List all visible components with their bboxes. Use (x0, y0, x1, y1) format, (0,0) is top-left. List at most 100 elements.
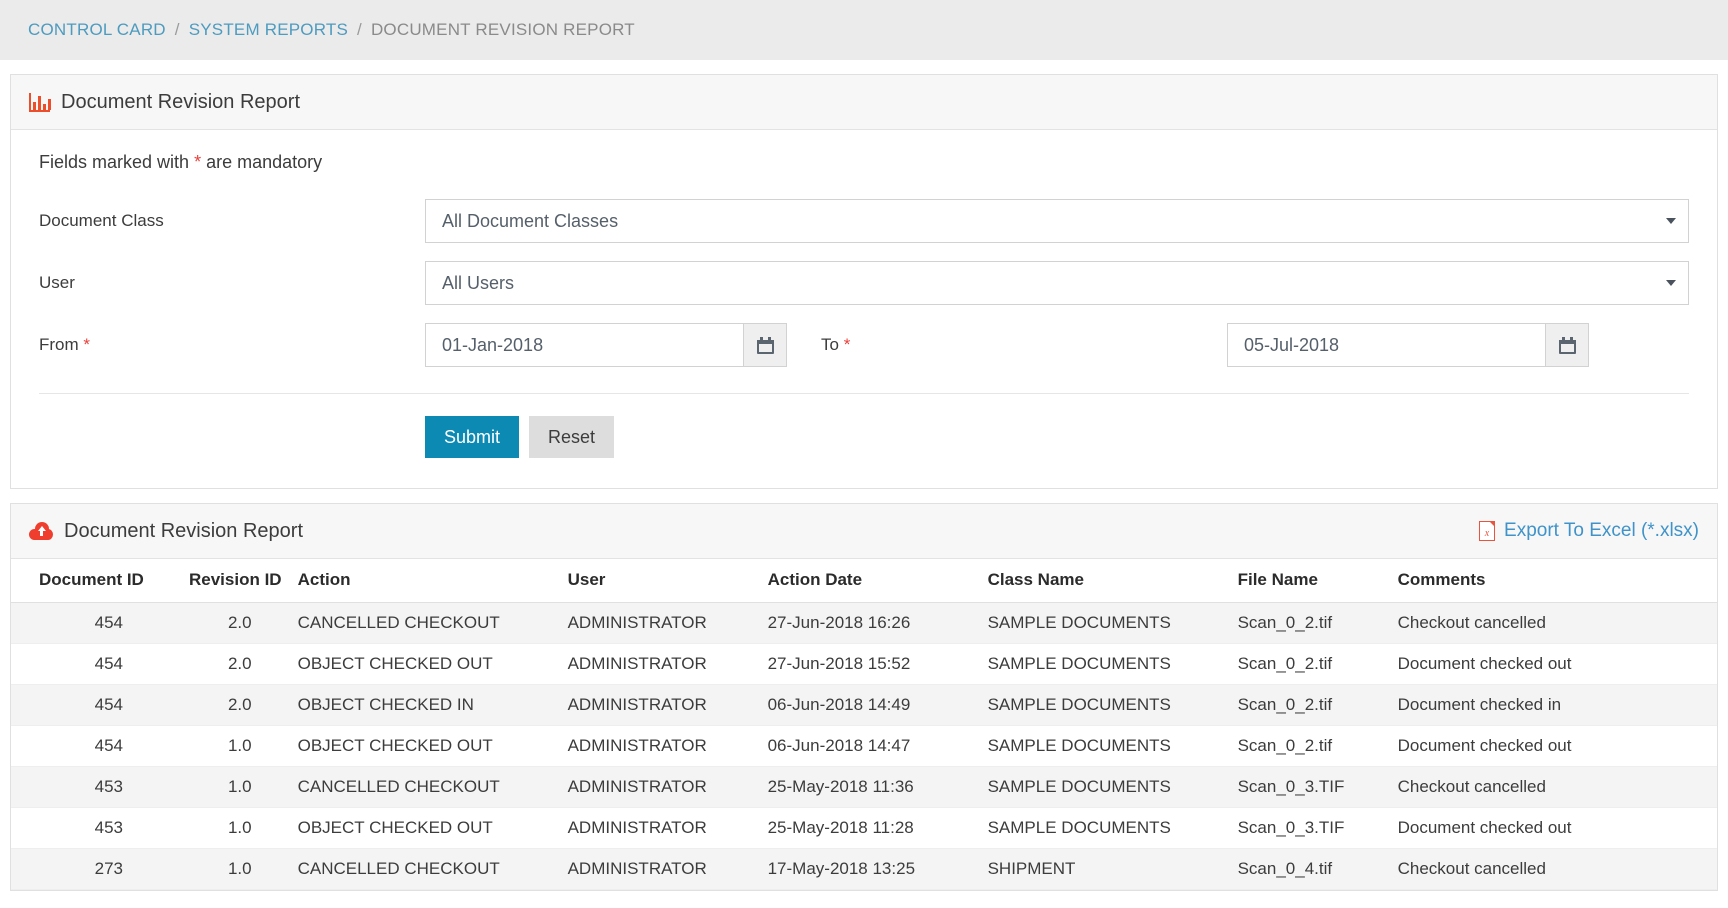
from-label-text: From (39, 335, 79, 354)
to-calendar-button[interactable] (1545, 323, 1589, 367)
cell-comments: Document checked in (1389, 684, 1717, 726)
date-range-row: From * 01-Jan-2018 To * 05-Jul-2018 (39, 323, 1689, 367)
column-header-action[interactable]: Action (289, 559, 560, 603)
cell-action: OBJECT CHECKED OUT (289, 807, 560, 849)
cell-revision-id: 1.0 (161, 725, 290, 767)
cell-user: ADMINISTRATOR (559, 684, 760, 726)
cell-user: ADMINISTRATOR (559, 807, 760, 849)
filter-panel-header: Document Revision Report (11, 75, 1717, 130)
report-panel-title: Document Revision Report (64, 519, 303, 542)
user-label: User (39, 273, 75, 292)
cell-revision-id: 2.0 (161, 602, 290, 644)
cell-class-name: SAMPLE DOCUMENTS (979, 807, 1230, 849)
user-row: User All Users (39, 261, 1689, 305)
filter-panel-title: Document Revision Report (61, 90, 300, 113)
breadcrumb-item-system-reports[interactable]: SYSTEM REPORTS (189, 20, 348, 40)
breadcrumb-item-control-card[interactable]: CONTROL CARD (28, 20, 166, 40)
cell-action: CANCELLED CHECKOUT (289, 848, 560, 890)
column-header-action-date[interactable]: Action Date (759, 559, 980, 603)
breadcrumb-separator: / (357, 20, 362, 39)
cell-comments: Checkout cancelled (1389, 766, 1717, 808)
cell-revision-id: 2.0 (161, 643, 290, 685)
mandatory-note: Fields marked with * are mandatory (39, 152, 1689, 173)
table-row[interactable]: 454 1.0 OBJECT CHECKED OUT ADMINISTRATOR 06-… (11, 725, 1717, 767)
cell-action: OBJECT CHECKED IN (289, 684, 560, 726)
cell-user: ADMINISTRATOR (559, 643, 760, 685)
user-value: All Users (442, 272, 515, 293)
export-to-excel-link[interactable]: x Export To Excel (*.xlsx) (1479, 520, 1699, 542)
filter-panel: Document Revision Report Fields marked w… (10, 74, 1718, 489)
column-header-revision-id[interactable]: Revision ID (161, 559, 290, 603)
reset-button[interactable]: Reset (529, 416, 615, 458)
chevron-down-icon (1666, 218, 1676, 224)
cell-class-name: SAMPLE DOCUMENTS (979, 602, 1230, 644)
to-date-input[interactable]: 05-Jul-2018 (1227, 323, 1545, 367)
cell-class-name: SAMPLE DOCUMENTS (979, 643, 1230, 685)
document-class-select[interactable]: All Document Classes (425, 199, 1689, 243)
cloud-upload-icon (29, 522, 53, 540)
report-table-head: Document ID Revision ID Action User Acti… (11, 559, 1717, 603)
cell-file-name: Scan_0_4.tif (1229, 848, 1390, 890)
cell-document-id: 454 (11, 643, 161, 685)
column-header-comments[interactable]: Comments (1389, 559, 1717, 603)
table-row[interactable]: 454 2.0 OBJECT CHECKED OUT ADMINISTRATOR 27-… (11, 643, 1717, 685)
cell-revision-id: 1.0 (161, 848, 290, 890)
cell-comments: Checkout cancelled (1389, 602, 1717, 644)
form-actions: Submit Reset (39, 394, 1689, 458)
cell-user: ADMINISTRATOR (559, 602, 760, 644)
cell-action: CANCELLED CHECKOUT (289, 602, 560, 644)
cell-comments: Document checked out (1389, 643, 1717, 685)
cell-class-name: SAMPLE DOCUMENTS (979, 725, 1230, 767)
column-header-file-name[interactable]: File Name (1229, 559, 1390, 603)
from-date-input[interactable]: 01-Jan-2018 (425, 323, 743, 367)
cell-file-name: Scan_0_2.tif (1229, 725, 1390, 767)
cell-class-name: SAMPLE DOCUMENTS (979, 684, 1230, 726)
cell-action: CANCELLED CHECKOUT (289, 766, 560, 808)
table-header-row: Document ID Revision ID Action User Acti… (11, 559, 1717, 603)
table-row[interactable]: 273 1.0 CANCELLED CHECKOUT ADMINISTRATOR 17-… (11, 848, 1717, 890)
mandatory-note-suffix: are mandatory (201, 152, 323, 172)
cell-action-date: 27-Jun-2018 15:52 (759, 643, 980, 685)
export-to-excel-label: Export To Excel (*.xlsx) (1504, 520, 1699, 541)
cell-action-date: 06-Jun-2018 14:49 (759, 684, 980, 726)
chevron-down-icon (1666, 280, 1676, 286)
table-row[interactable]: 453 1.0 CANCELLED CHECKOUT ADMINISTRATOR 25-… (11, 766, 1717, 808)
excel-file-icon: x (1479, 521, 1496, 541)
cell-user: ADMINISTRATOR (559, 725, 760, 767)
column-header-document-id[interactable]: Document ID (11, 559, 161, 603)
table-row[interactable]: 454 2.0 CANCELLED CHECKOUT ADMINISTRATOR 27-… (11, 602, 1717, 644)
cell-document-id: 454 (11, 684, 161, 726)
table-row[interactable]: 454 2.0 OBJECT CHECKED IN ADMINISTRATOR 06-J… (11, 684, 1717, 726)
cell-action: OBJECT CHECKED OUT (289, 725, 560, 767)
column-header-class-name[interactable]: Class Name (979, 559, 1230, 603)
document-class-value: All Document Classes (442, 210, 619, 231)
report-panel: Document Revision Report x Export To Exc… (10, 503, 1718, 891)
cell-revision-id: 2.0 (161, 684, 290, 726)
cell-class-name: SHIPMENT (979, 848, 1230, 890)
cell-revision-id: 1.0 (161, 766, 290, 808)
cell-file-name: Scan_0_2.tif (1229, 684, 1390, 726)
cell-class-name: SAMPLE DOCUMENTS (979, 766, 1230, 808)
column-header-user[interactable]: User (559, 559, 760, 603)
cell-action-date: 27-Jun-2018 16:26 (759, 602, 980, 644)
required-asterisk: * (83, 335, 91, 354)
cell-file-name: Scan_0_3.TIF (1229, 766, 1390, 808)
cell-document-id: 454 (11, 725, 161, 767)
cell-document-id: 273 (11, 848, 161, 890)
report-table: Document ID Revision ID Action User Acti… (11, 559, 1717, 890)
to-label: To * (821, 335, 1227, 355)
cell-file-name: Scan_0_3.TIF (1229, 807, 1390, 849)
report-table-body: 454 2.0 CANCELLED CHECKOUT ADMINISTRATOR 27-… (11, 602, 1717, 890)
document-class-row: Document Class All Document Classes (39, 199, 1689, 243)
submit-button[interactable]: Submit (425, 416, 520, 458)
user-select[interactable]: All Users (425, 261, 1689, 305)
table-row[interactable]: 453 1.0 OBJECT CHECKED OUT ADMINISTRATOR 25-… (11, 807, 1717, 849)
required-asterisk: * (843, 335, 851, 354)
cell-comments: Checkout cancelled (1389, 848, 1717, 890)
cell-document-id: 453 (11, 807, 161, 849)
cell-user: ADMINISTRATOR (559, 766, 760, 808)
breadcrumb-item-current: DOCUMENT REVISION REPORT (370, 20, 635, 39)
cell-document-id: 453 (11, 766, 161, 808)
from-calendar-button[interactable] (743, 323, 787, 367)
to-label-text: To (821, 335, 839, 354)
